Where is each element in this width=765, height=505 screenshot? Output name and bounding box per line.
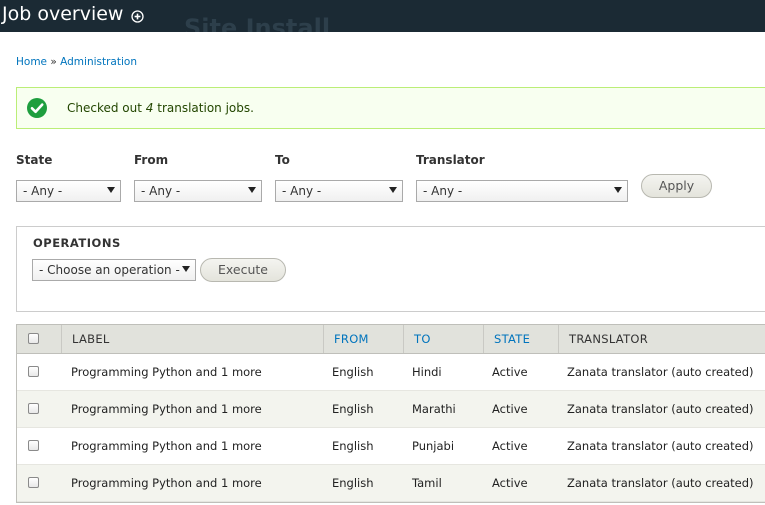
- chevron-down-icon: [107, 187, 115, 193]
- to-filter-value: - Any -: [282, 184, 322, 198]
- from-filter-label: From: [134, 153, 169, 167]
- site-name: Site Install: [184, 14, 331, 32]
- state-filter-label: State: [16, 153, 53, 167]
- from-cell: English: [332, 439, 374, 453]
- from-cell: English: [332, 402, 374, 416]
- breadcrumb-home-link[interactable]: Home: [16, 56, 47, 68]
- to-cell: Tamil: [412, 476, 442, 490]
- state-cell: Active: [492, 402, 528, 416]
- from-cell: English: [332, 365, 374, 379]
- table-row: Programming Python and 1 more English Pu…: [17, 428, 765, 465]
- chevron-down-icon: [182, 266, 190, 272]
- to-cell: Hindi: [412, 365, 442, 379]
- add-shortcut-icon[interactable]: [131, 10, 144, 23]
- status-text: Checked out 4 translation jobs.: [67, 101, 254, 115]
- state-cell: Active: [492, 439, 528, 453]
- column-header-translator: TRANSLATOR: [558, 325, 765, 353]
- column-header-label: LABEL: [61, 325, 323, 353]
- translator-cell: Zanata translator (auto created): [567, 365, 754, 379]
- column-header-to[interactable]: TO: [403, 325, 483, 353]
- translator-cell: Zanata translator (auto created): [567, 439, 754, 453]
- table-header: LABEL FROM TO STATE TRANSLATOR: [17, 324, 765, 354]
- row-checkbox[interactable]: [28, 477, 39, 488]
- table-row: Programming Python and 1 more English Hi…: [17, 354, 765, 391]
- to-cell: Punjabi: [412, 439, 455, 453]
- to-cell: Marathi: [412, 402, 456, 416]
- job-label-cell[interactable]: Programming Python and 1 more: [71, 428, 262, 464]
- breadcrumb-separator: »: [50, 56, 57, 68]
- breadcrumb: Home » Administration: [16, 56, 137, 68]
- check-circle-icon: [27, 98, 47, 118]
- chevron-down-icon: [248, 187, 256, 193]
- page-header: Site Install Job overview: [0, 0, 765, 32]
- column-header-from[interactable]: FROM: [323, 325, 403, 353]
- breadcrumb-administration-link[interactable]: Administration: [60, 56, 137, 68]
- row-checkbox[interactable]: [28, 440, 39, 451]
- row-checkbox[interactable]: [28, 366, 39, 377]
- state-cell: Active: [492, 476, 528, 490]
- page-title: Job overview: [2, 3, 124, 25]
- table-row: Programming Python and 1 more English Ta…: [17, 465, 765, 502]
- from-filter-select[interactable]: - Any -: [134, 180, 262, 202]
- translator-filter-label: Translator: [416, 153, 485, 167]
- state-cell: Active: [492, 365, 528, 379]
- table-row: Programming Python and 1 more English Ma…: [17, 391, 765, 428]
- to-filter-select[interactable]: - Any -: [275, 180, 403, 202]
- status-message: Checked out 4 translation jobs.: [16, 87, 765, 129]
- job-label-cell[interactable]: Programming Python and 1 more: [71, 354, 262, 390]
- state-filter-value: - Any -: [23, 184, 63, 198]
- apply-button[interactable]: Apply: [641, 174, 712, 198]
- from-cell: English: [332, 476, 374, 490]
- select-all-checkbox[interactable]: [28, 333, 39, 344]
- operation-select[interactable]: - Choose an operation -: [32, 259, 196, 281]
- status-prefix: Checked out: [67, 101, 146, 115]
- chevron-down-icon: [614, 187, 622, 193]
- job-label-cell[interactable]: Programming Python and 1 more: [71, 465, 262, 501]
- state-filter-select[interactable]: - Any -: [16, 180, 121, 202]
- translator-filter-select[interactable]: - Any -: [416, 180, 628, 202]
- to-filter-label: To: [275, 153, 290, 167]
- translator-cell: Zanata translator (auto created): [567, 402, 754, 416]
- job-label-cell[interactable]: Programming Python and 1 more: [71, 391, 262, 427]
- row-checkbox[interactable]: [28, 403, 39, 414]
- operation-select-value: - Choose an operation -: [39, 263, 180, 277]
- status-suffix: translation jobs.: [153, 101, 254, 115]
- chevron-down-icon: [389, 187, 397, 193]
- column-header-state[interactable]: STATE: [483, 325, 558, 353]
- translator-cell: Zanata translator (auto created): [567, 476, 754, 490]
- execute-button[interactable]: Execute: [200, 258, 286, 282]
- operations-legend: OPERATIONS: [33, 236, 121, 250]
- jobs-table: LABEL FROM TO STATE TRANSLATOR Programmi…: [16, 324, 765, 503]
- from-filter-value: - Any -: [141, 184, 181, 198]
- translator-filter-value: - Any -: [423, 184, 463, 198]
